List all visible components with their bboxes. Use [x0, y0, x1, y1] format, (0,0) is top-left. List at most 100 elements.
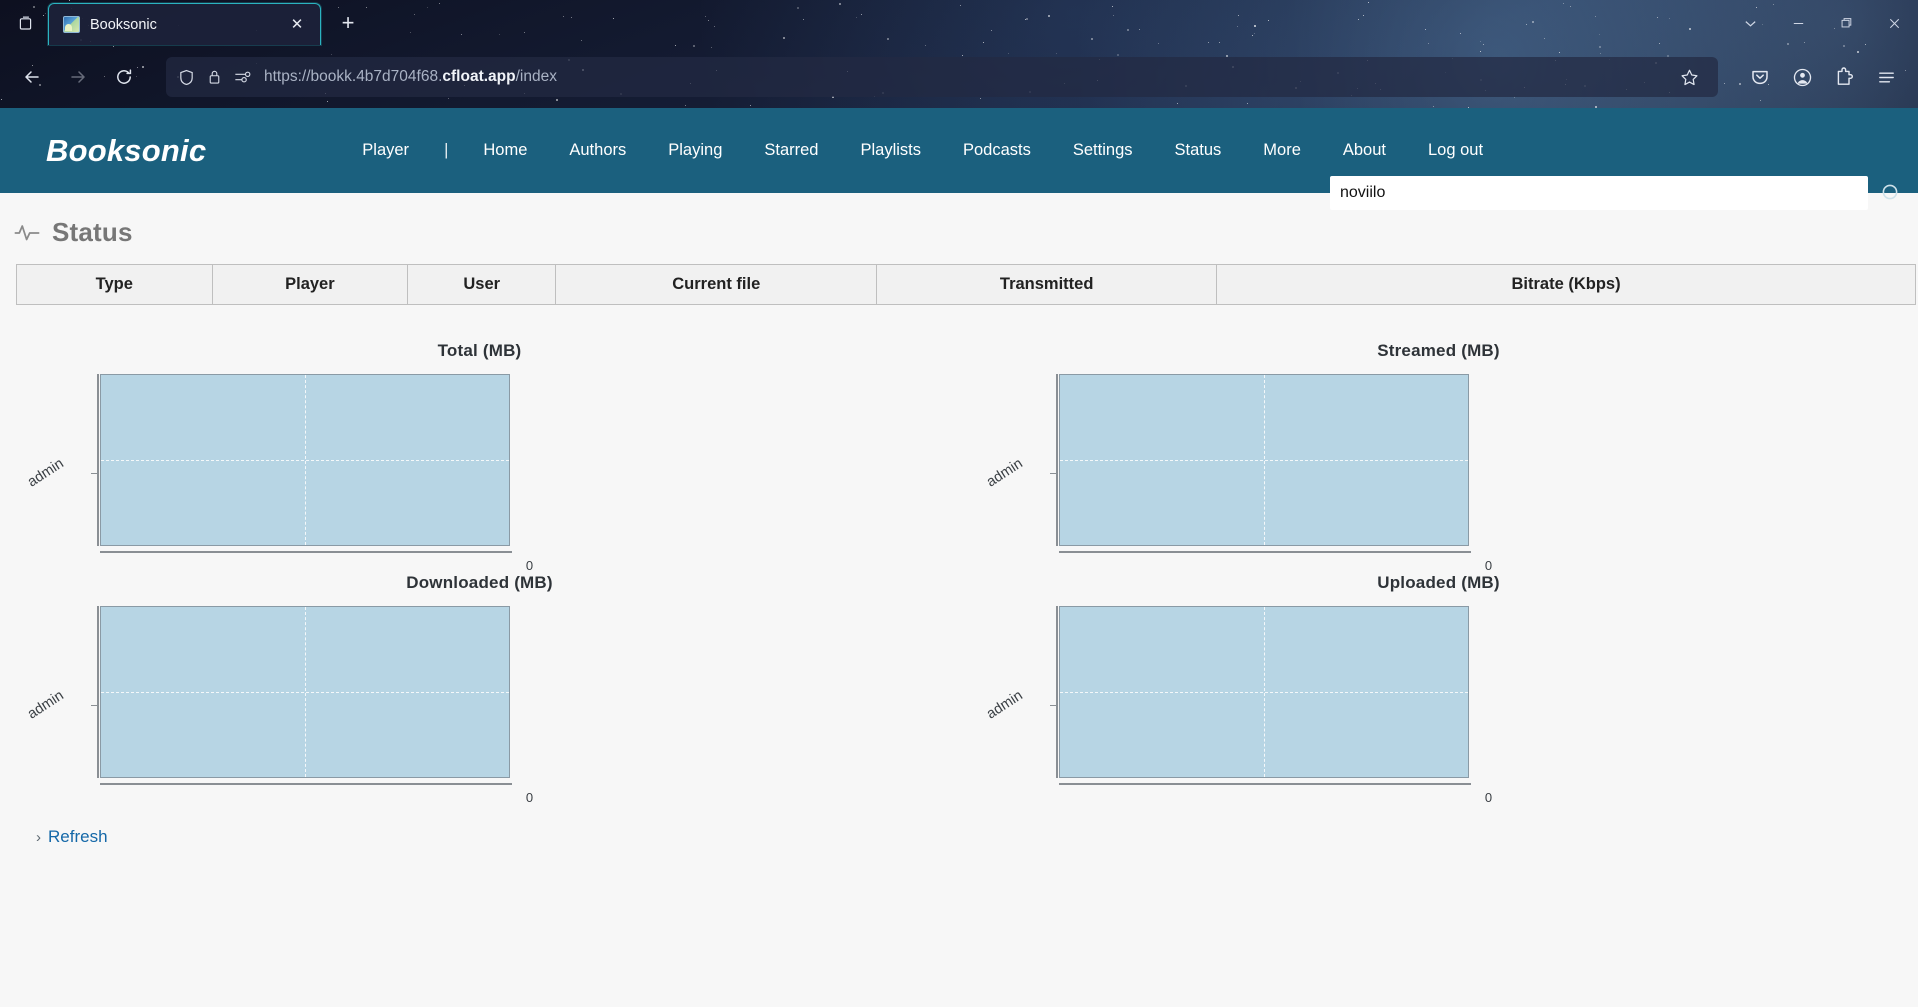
table-header-row: Type Player User Current file Transmitte… [16, 264, 1916, 305]
column-header-current-file[interactable]: Current file [555, 264, 878, 305]
y-axis-category-label: admin [983, 687, 1026, 723]
chart-uploaded: Uploaded (MB) admin 0 [959, 573, 1918, 805]
minimize-icon[interactable] [1774, 0, 1822, 46]
search-input[interactable] [1330, 176, 1868, 210]
refresh-link[interactable]: Refresh [48, 827, 108, 847]
chart-plot-area: admin 0 [984, 374, 1918, 573]
y-axis-tick [91, 705, 98, 706]
forward-arrow-icon[interactable] [60, 59, 96, 95]
toolbar-icons [1742, 59, 1904, 95]
permissions-icon[interactable] [234, 70, 252, 84]
gridline-horizontal [1060, 692, 1468, 693]
gridline-horizontal [101, 460, 509, 461]
browser-toolbar: https://bookk.4b7d704f68.cfloat.app/inde… [0, 46, 1918, 108]
brand-logo[interactable]: Booksonic [46, 133, 206, 169]
column-header-player[interactable]: Player [211, 264, 409, 305]
star-icon[interactable] [1672, 60, 1706, 94]
nav-item-player[interactable]: Player [341, 141, 430, 160]
y-axis-tick [91, 473, 98, 474]
nav-separator: | [444, 141, 449, 159]
status-table: Type Player User Current file Transmitte… [16, 264, 1916, 305]
gridline-horizontal [101, 692, 509, 693]
search-area [1330, 176, 1904, 210]
x-axis-tick-label: 0 [525, 558, 534, 573]
extensions-icon[interactable] [1826, 59, 1862, 95]
chart-plot-area: admin 0 [25, 606, 959, 805]
nav-item-playlists[interactable]: Playlists [839, 141, 942, 160]
status-page: Status Type Player User Current file Tra… [0, 193, 1918, 847]
y-axis-category-label: admin [24, 455, 67, 491]
nav-item-status[interactable]: Status [1154, 141, 1243, 160]
nav-item-logout[interactable]: Log out [1407, 141, 1504, 160]
browser-tab[interactable]: Booksonic ✕ [48, 3, 321, 45]
chevron-down-icon[interactable] [1726, 0, 1774, 46]
y-axis-line [1056, 606, 1058, 778]
tab-strip: Booksonic ✕ + [0, 0, 1918, 46]
chart-plot [1059, 606, 1469, 778]
back-arrow-icon[interactable] [14, 59, 50, 95]
x-axis-line [1059, 551, 1471, 553]
x-axis-tick-label: 0 [1484, 790, 1493, 805]
nav-item-settings[interactable]: Settings [1052, 141, 1154, 160]
app-navbar: Booksonic Player | Home Authors Playing … [0, 108, 1918, 210]
app-nav-menu: Player | Home Authors Playing Starred Pl… [341, 141, 1504, 160]
column-header-bitrate[interactable]: Bitrate (Kbps) [1216, 264, 1916, 305]
new-tab-button[interactable]: + [331, 6, 365, 40]
y-axis-category-label: admin [24, 687, 67, 723]
nav-item-podcasts[interactable]: Podcasts [942, 141, 1052, 160]
gridline-horizontal [1060, 460, 1468, 461]
column-header-user[interactable]: User [407, 264, 557, 305]
page-title: Status [52, 217, 133, 247]
chart-plot [100, 606, 510, 778]
shield-icon[interactable] [178, 69, 195, 86]
search-icon[interactable] [1878, 180, 1904, 206]
window-controls [1726, 0, 1918, 46]
tab-list-icon[interactable] [8, 6, 42, 40]
lock-icon[interactable] [207, 69, 222, 85]
nav-item-about[interactable]: About [1322, 141, 1407, 160]
chart-cell-downloaded: Downloaded (MB) admin 0 [0, 573, 959, 805]
x-axis-line [1059, 783, 1471, 785]
refresh-row: › Refresh [0, 805, 1918, 847]
hamburger-menu-icon[interactable] [1868, 59, 1904, 95]
tab-favicon-icon [63, 16, 80, 33]
column-header-transmitted[interactable]: Transmitted [876, 264, 1218, 305]
chart-cell-uploaded: Uploaded (MB) admin 0 [959, 573, 1918, 805]
chart-cell-streamed: Streamed (MB) admin 0 [959, 341, 1918, 573]
x-axis-line [100, 783, 512, 785]
y-axis-tick [1050, 473, 1057, 474]
maximize-icon[interactable] [1822, 0, 1870, 46]
x-axis-tick-label: 0 [1484, 558, 1493, 573]
y-axis-category-label: admin [983, 455, 1026, 491]
chart-streamed: Streamed (MB) admin 0 [959, 341, 1918, 573]
chart-plot [1059, 374, 1469, 546]
close-tab-icon[interactable]: ✕ [284, 12, 310, 38]
chart-cell-total: Total (MB) admin 0 [0, 341, 959, 573]
charts-container: Total (MB) admin 0 Streamed (MB) admin 0… [0, 341, 1918, 805]
browser-window: Booksonic ✕ + https://bookk.4b7d704f68.c… [0, 0, 1918, 1007]
chart-plot-area: admin 0 [984, 606, 1918, 805]
nav-item-more[interactable]: More [1242, 141, 1322, 160]
pocket-icon[interactable] [1742, 59, 1778, 95]
charts-row-bottom: Downloaded (MB) admin 0 Uploaded (MB) ad… [0, 573, 1918, 805]
column-header-type[interactable]: Type [16, 264, 213, 305]
nav-item-home[interactable]: Home [462, 141, 548, 160]
nav-item-authors[interactable]: Authors [548, 141, 647, 160]
tab-title: Booksonic [90, 16, 157, 33]
chart-plot [100, 374, 510, 546]
nav-item-playing[interactable]: Playing [647, 141, 743, 160]
chart-plot-area: admin 0 [25, 374, 959, 573]
account-icon[interactable] [1784, 59, 1820, 95]
chart-title: Uploaded (MB) [1377, 573, 1500, 592]
y-axis-line [97, 606, 99, 778]
chart-total: Total (MB) admin 0 [0, 341, 959, 573]
page-viewport: Booksonic Player | Home Authors Playing … [0, 108, 1918, 1007]
nav-item-starred[interactable]: Starred [743, 141, 839, 160]
url-bar[interactable]: https://bookk.4b7d704f68.cfloat.app/inde… [166, 57, 1718, 97]
url-text: https://bookk.4b7d704f68.cfloat.app/inde… [264, 68, 557, 85]
browser-chrome: Booksonic ✕ + https://bookk.4b7d704f68.c… [0, 0, 1918, 108]
chart-title: Streamed (MB) [1377, 341, 1500, 360]
reload-icon[interactable] [106, 59, 142, 95]
close-window-icon[interactable] [1870, 0, 1918, 46]
chart-title: Downloaded (MB) [406, 573, 553, 592]
